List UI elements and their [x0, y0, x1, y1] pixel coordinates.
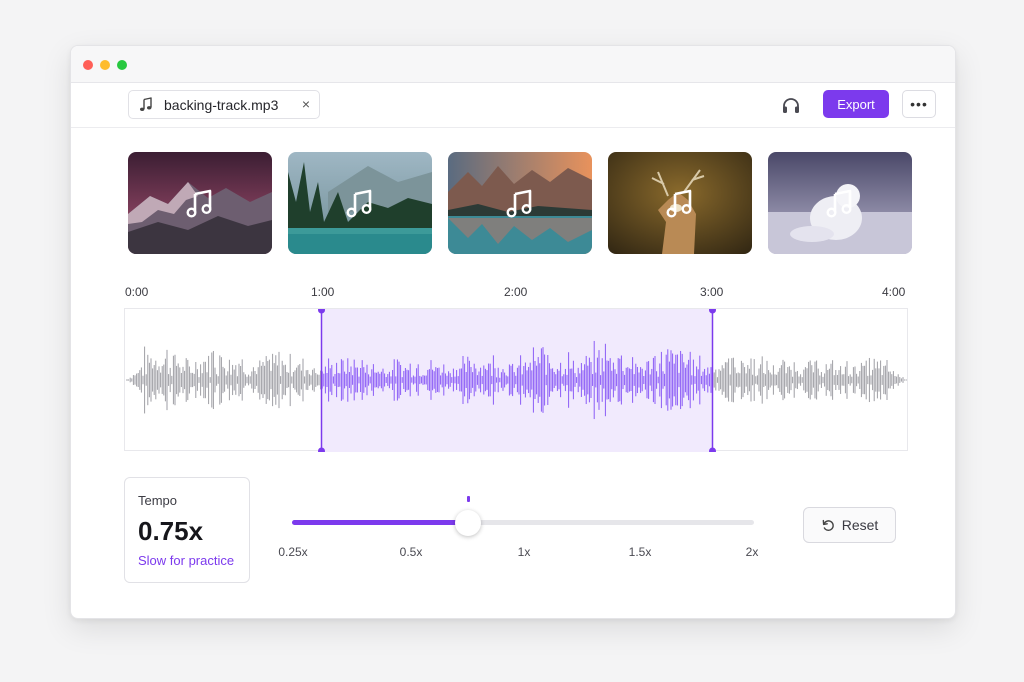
thumbnail-forest-lake[interactable] — [288, 152, 432, 254]
close-window-button[interactable] — [83, 60, 93, 70]
tempo-slider[interactable] — [292, 496, 756, 541]
tempo-card: Tempo 0.75x Slow for practice — [124, 477, 250, 583]
close-tab-icon[interactable]: × — [302, 96, 310, 112]
timeline-ruler: 0:00 1:00 2:00 3:00 4:00 — [71, 282, 955, 302]
tempo-label: Tempo — [138, 493, 178, 508]
more-options-icon: ••• — [910, 96, 928, 112]
slider-fill — [292, 520, 468, 525]
slider-value-marker — [466, 496, 470, 502]
app-window: backing-track.mp3 × Export ••• 0:00 1:00… — [70, 45, 956, 619]
file-name: backing-track.mp3 — [164, 96, 279, 113]
waveform-editor[interactable] — [124, 308, 909, 452]
waveform-canvas[interactable] — [125, 309, 909, 452]
music-note-icon — [346, 189, 372, 218]
export-button[interactable]: Export — [823, 90, 889, 118]
slider-handle[interactable] — [454, 510, 481, 536]
timeline-tick: 3:00 — [700, 285, 724, 299]
thumbnail-deer[interactable] — [608, 152, 752, 254]
music-note-icon — [826, 189, 852, 218]
slider-tick-label: 1.5x — [628, 545, 652, 559]
slider-tick-label: 0.25x — [278, 545, 308, 559]
title-bar — [71, 46, 955, 83]
file-tab[interactable]: backing-track.mp3 × — [128, 90, 320, 119]
slider-tick-label: 2x — [745, 545, 759, 559]
tempo-value: 0.75x — [138, 516, 204, 546]
thumbnail-dusk-mountains[interactable] — [128, 152, 272, 254]
music-note-icon — [140, 96, 152, 111]
timeline-tick: 4:00 — [882, 285, 906, 299]
timeline-tick: 2:00 — [504, 285, 528, 299]
tempo-hint: Slow for practice — [138, 553, 235, 568]
music-note-icon — [666, 189, 692, 218]
rotate-ccw-icon — [822, 519, 834, 531]
toolbar: backing-track.mp3 × Export ••• — [71, 83, 955, 128]
slider-tick-label: 0.5x — [399, 545, 423, 559]
timeline-tick: 0:00 — [125, 285, 149, 299]
reset-button[interactable]: Reset — [803, 507, 896, 543]
timeline-tick: 1:00 — [311, 285, 335, 299]
music-note-icon — [186, 189, 212, 218]
thumbnail-alpine-lake-sunset[interactable] — [448, 152, 592, 254]
more-options-button[interactable]: ••• — [902, 90, 936, 118]
zoom-window-button[interactable] — [117, 60, 127, 70]
reset-label: Reset — [841, 517, 879, 533]
slider-tick-label: 1x — [517, 545, 531, 559]
minimize-window-button[interactable] — [100, 60, 110, 70]
headphones-icon[interactable] — [781, 96, 801, 114]
thumbnail-arctic-fox[interactable] — [768, 152, 912, 254]
music-note-icon — [506, 189, 532, 218]
